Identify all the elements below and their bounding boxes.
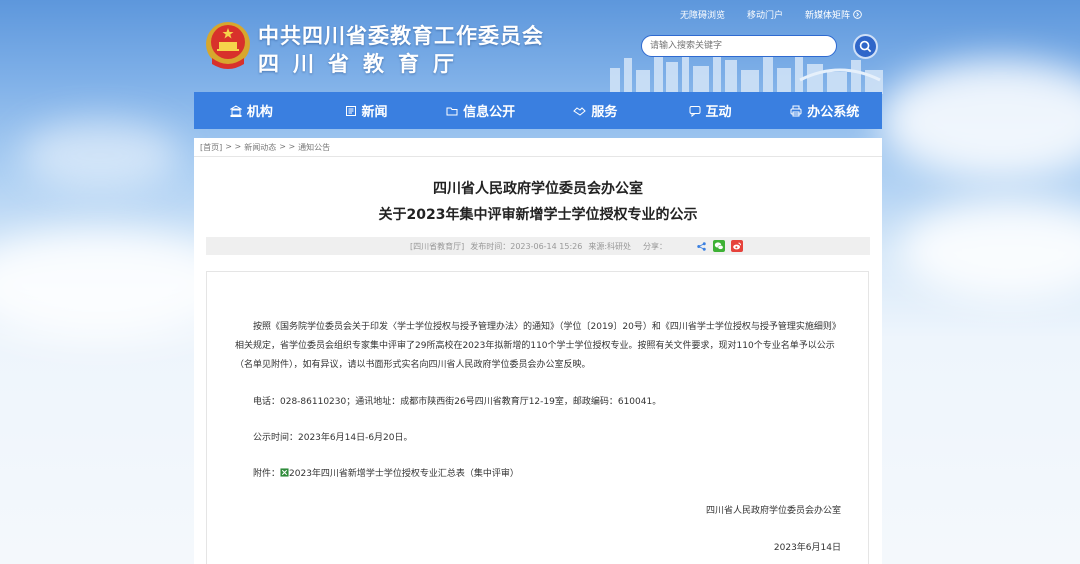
nav-item-services[interactable]: 服务 (538, 92, 653, 129)
wechat-icon (714, 242, 724, 250)
article-paragraph: 公示时间：2023年6月14日-6月20日。 (253, 433, 413, 443)
cloud-decoration (880, 60, 1080, 180)
breadcrumb-separator: > > (279, 142, 296, 151)
article-paragraph: 按照《国务院学位委员会关于印发〈学士学位授权与授予管理办法〉的通知》（学位〔20… (235, 322, 841, 370)
article-title-line2: 关于2023年集中评审新增学士学位授权专业的公示 (378, 207, 698, 223)
chat-icon (689, 105, 701, 117)
nav-item-label: 信息公开 (463, 105, 516, 120)
folder-icon (446, 107, 458, 115)
mobile-portal-link[interactable]: 移动门户 (747, 8, 783, 21)
nav-item-organization[interactable]: 机构 (194, 92, 309, 129)
national-emblem-logo (206, 22, 250, 69)
building-icon (229, 104, 242, 117)
nav-item-label: 机构 (246, 105, 273, 120)
breadcrumb-notice-link[interactable]: 通知公告 (298, 142, 330, 153)
nav-item-office-system[interactable]: 办公系统 (767, 92, 882, 129)
news-icon (345, 105, 356, 116)
breadcrumb-home-link[interactable]: [首页] (200, 142, 222, 153)
nav-item-label: 服务 (591, 105, 618, 120)
breadcrumb-divider (194, 156, 882, 157)
meta-published-time: 发布时间：2023-06-14 15:26 (470, 241, 583, 251)
site-title-line1: 中共四川省委教育工作委员会 (258, 24, 544, 48)
breadcrumb-separator: > > (225, 142, 242, 151)
meta-source: [四川省教育厅] (410, 241, 465, 251)
breadcrumb: [首页] > > 新闻动态 > > 通知公告 (200, 142, 330, 153)
article-signature: 四川省人民政府学位委员会办公室 (705, 506, 841, 516)
main-nav: 机构 新闻 信息公开 服务 互动 办公系统 (194, 92, 882, 129)
attachment-label: 附件： (253, 469, 281, 479)
attachment-line: 附件： 2023年四川省新增学士学位授权专业汇总表（集中评审） (235, 465, 841, 484)
meta-share-label: 分享： (643, 241, 668, 251)
excel-file-icon (280, 468, 289, 477)
nav-item-label: 新闻 (361, 105, 388, 120)
share-button[interactable] (695, 240, 707, 252)
nav-item-label: 互动 (705, 105, 732, 120)
accessibility-link[interactable]: 无障碍浏览 (680, 8, 725, 21)
search-button[interactable] (853, 34, 878, 59)
weibo-icon (733, 242, 742, 250)
weibo-share-button[interactable] (731, 240, 744, 252)
nav-item-interaction[interactable]: 互动 (653, 92, 768, 129)
search-icon (859, 40, 872, 53)
printer-icon (790, 105, 802, 116)
article-date: 2023年6月14日 (773, 543, 841, 553)
attachment-link[interactable]: 2023年四川省新增学士学位授权专业汇总表（集中评审） (289, 469, 519, 479)
handshake-icon (573, 106, 587, 116)
cloud-decoration (900, 200, 1080, 300)
header-top-links: 无障碍浏览 移动门户 新媒体矩阵 (680, 8, 862, 21)
article-title-line1: 四川省人民政府学位委员会办公室 (433, 181, 643, 197)
cloud-decoration (20, 120, 180, 190)
chevron-right-circle-icon (853, 10, 862, 19)
meta-origin: 来源:科研处 (588, 241, 632, 251)
article-meta-bar: [四川省教育厅] 发布时间：2023-06-14 15:26 来源:科研处 分享… (206, 237, 870, 255)
wechat-share-button[interactable] (713, 240, 726, 252)
nav-item-news[interactable]: 新闻 (309, 92, 424, 129)
nav-item-label: 办公系统 (807, 105, 860, 120)
share-icon (696, 241, 706, 251)
article-paragraph: 电话：028-86110230；通讯地址：成都市陕西街26号四川省教育厅12-1… (253, 397, 662, 407)
site-title-line2: 四川省教育厅 (258, 52, 468, 76)
new-media-link[interactable]: 新媒体矩阵 (805, 8, 862, 21)
new-media-link-label: 新媒体矩阵 (805, 11, 851, 21)
breadcrumb-news-link[interactable]: 新闻动态 (244, 142, 276, 153)
nav-item-info-disclosure[interactable]: 信息公开 (423, 92, 538, 129)
search-input[interactable] (641, 35, 837, 57)
